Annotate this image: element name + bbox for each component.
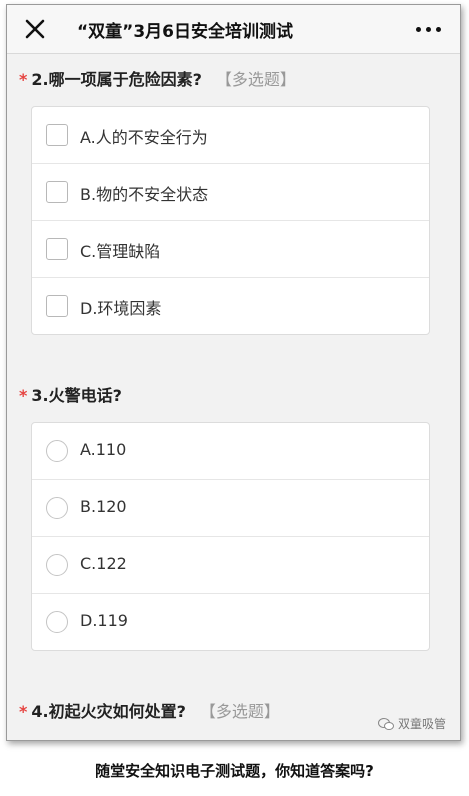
radio-button[interactable] [46, 440, 68, 462]
option-row[interactable]: D.环境因素 [32, 278, 429, 334]
question-text: 2.哪一项属于危险因素? [31, 70, 202, 89]
option-label: A.110 [80, 440, 127, 459]
watermark: 双童吸管 [377, 715, 446, 732]
option-label: D.环境因素 [80, 299, 162, 318]
option-row[interactable]: A.110 [32, 423, 429, 480]
radio-button[interactable] [46, 554, 68, 576]
question-type-tag: 【多选题】 [199, 702, 280, 721]
option-label: C.管理缺陷 [80, 242, 161, 261]
radio-button[interactable] [46, 497, 68, 519]
phone-frame: “双童”3月6日安全培训测试 * 2.哪一项属于危险因素? 【多选题】 A.人的不安… [6, 4, 461, 741]
survey-content: * 2.哪一项属于危险因素? 【多选题】 A.人的不安全行为 B.物的不安全状态 C… [7, 54, 460, 740]
question-3-title: * 3.火警电话? [19, 382, 122, 406]
question-4-title: * 4.初起火灾如何处置? 【多选题】 [19, 698, 280, 722]
watermark-text: 双童吸管 [397, 717, 446, 731]
question-text: 3.火警电话? [31, 386, 122, 405]
navigation-bar: “双童”3月6日安全培训测试 [7, 5, 460, 54]
required-star: * [19, 70, 28, 89]
checkbox[interactable] [46, 181, 68, 203]
option-label: A.人的不安全行为 [80, 128, 208, 147]
required-star: * [19, 702, 28, 721]
option-row[interactable]: B.120 [32, 480, 429, 537]
option-label: C.122 [80, 554, 127, 573]
image-caption: 随堂安全知识电子测试题，你知道答案吗? [95, 762, 374, 780]
option-label: B.120 [80, 497, 127, 516]
option-row[interactable]: C.122 [32, 537, 429, 594]
option-row[interactable]: C.管理缺陷 [32, 221, 429, 278]
radio-button[interactable] [46, 611, 68, 633]
option-row[interactable]: A.人的不安全行为 [32, 107, 429, 164]
more-icon[interactable] [416, 27, 442, 33]
question-2-title: * 2.哪一项属于危险因素? 【多选题】 [19, 66, 296, 90]
option-label: B.物的不安全状态 [80, 185, 209, 204]
checkbox[interactable] [46, 295, 68, 317]
question-2-options: A.人的不安全行为 B.物的不安全状态 C.管理缺陷 D.环境因素 [31, 106, 430, 335]
checkbox[interactable] [46, 238, 68, 260]
question-text: 4.初起火灾如何处置? [31, 702, 186, 721]
required-star: * [19, 386, 28, 405]
option-row[interactable]: D.119 [32, 594, 429, 650]
option-row[interactable]: B.物的不安全状态 [32, 164, 429, 221]
question-type-tag: 【多选题】 [215, 70, 296, 89]
wechat-icon [377, 717, 394, 730]
page-title: “双童”3月6日安全培训测试 [77, 22, 294, 42]
option-label: D.119 [80, 611, 128, 630]
checkbox[interactable] [46, 124, 68, 146]
close-icon[interactable] [23, 17, 47, 41]
question-3-options: A.110 B.120 C.122 D.119 [31, 422, 430, 651]
